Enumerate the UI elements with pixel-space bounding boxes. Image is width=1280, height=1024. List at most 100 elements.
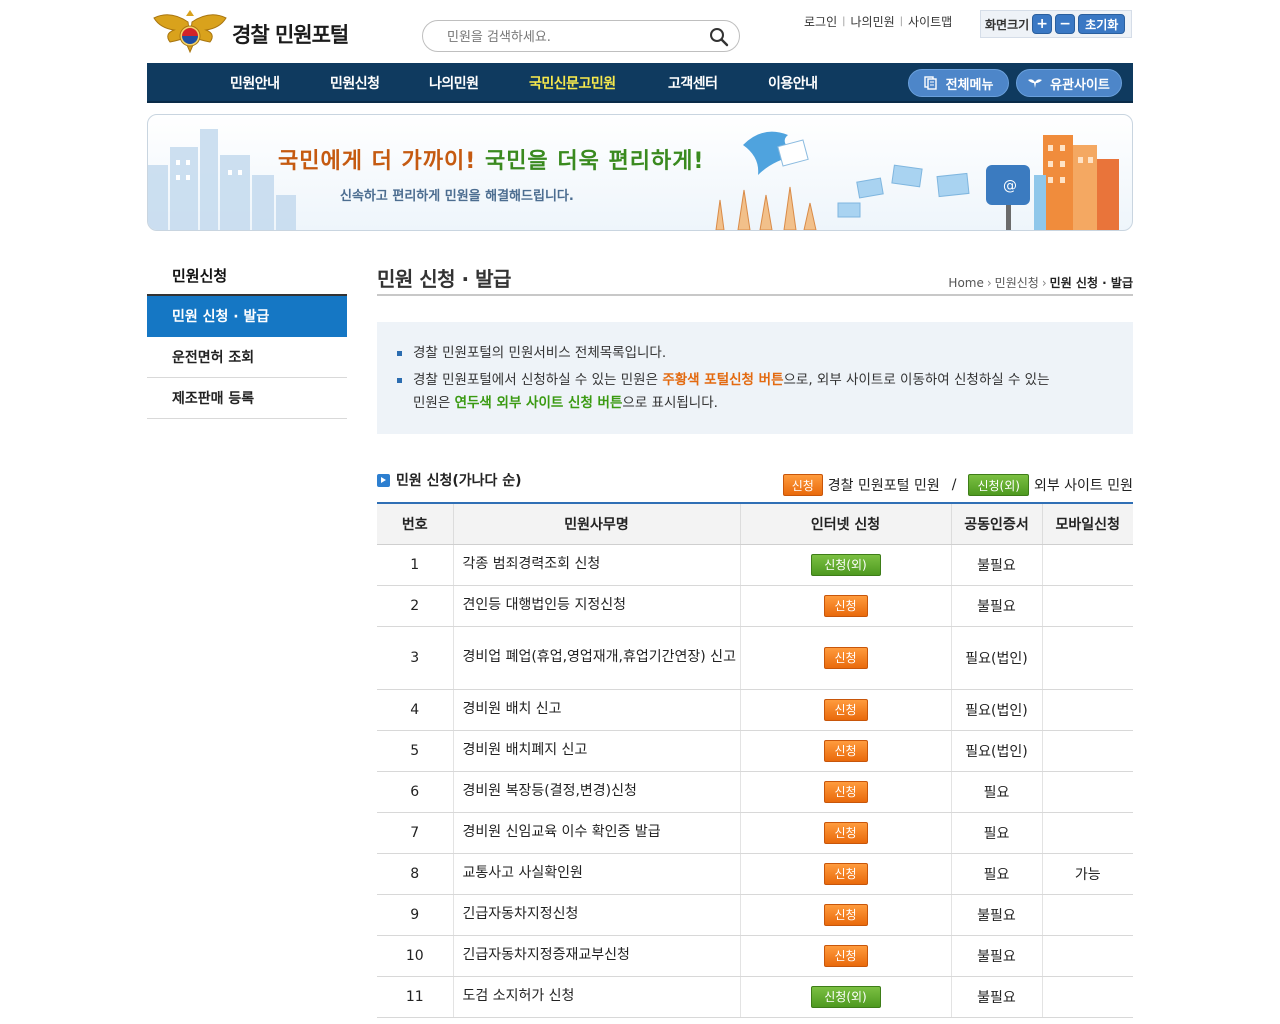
row-name: 견인등 대행법인등 지정신청 xyxy=(452,585,740,627)
row-name: 경비업 폐업(휴업,영업재개,휴업기간연장) 신고 xyxy=(452,626,740,690)
row-certificate: 필요(법인) xyxy=(950,626,1042,690)
row-apply-cell: 신청 xyxy=(739,894,951,936)
bullet-icon xyxy=(397,351,402,356)
table-row: 2 견인등 대행법인등 지정신청 신청 불필요 xyxy=(377,585,1133,627)
nav-item-my-minwon[interactable]: 나의민원 xyxy=(429,73,479,93)
table-header-row: 번호 민원사무명 인터넷 신청 공동인증서 모바일신청 xyxy=(377,503,1133,545)
nav-item-usage-guide[interactable]: 이용안내 xyxy=(768,73,818,93)
sidebar-item-manufacture-registration[interactable]: 제조판매 등록 xyxy=(147,378,347,419)
row-number: 1 xyxy=(377,544,453,586)
row-apply-cell: 신청 xyxy=(739,626,951,690)
notice-orange-highlight: 주황색 포털신청 버튼 xyxy=(662,372,784,388)
table-row: 11 도검 소지허가 신청 신청(외) 불필요 xyxy=(377,976,1133,1018)
row-number: 9 xyxy=(377,894,453,936)
row-apply-cell: 신청 xyxy=(739,812,951,854)
row-mobile xyxy=(1041,976,1133,1018)
row-number: 3 xyxy=(377,626,453,690)
notice-line: 경찰 민원포털의 민원서비스 전체목록입니다. xyxy=(413,345,667,361)
list-title: 민원 신청(가나다 순) xyxy=(377,470,522,490)
portal-apply-button[interactable]: 신청 xyxy=(823,594,868,617)
notice-box: 경찰 민원포털의 민원서비스 전체목록입니다. 경찰 민원포털에서 신청하실 수… xyxy=(377,322,1133,434)
row-number: 7 xyxy=(377,812,453,854)
row-number: 10 xyxy=(377,935,453,977)
play-square-icon xyxy=(377,473,390,487)
table-row: 1 각종 범죄경력조회 신청 신청(외) 불필요 xyxy=(377,544,1133,586)
table-row: 5 경비원 배치폐지 신고 신청 필요(법인) xyxy=(377,730,1133,772)
font-decrease-button[interactable]: − xyxy=(1055,14,1076,34)
table-row: 8 교통사고 사실확인원 신청 필요 가능 xyxy=(377,853,1133,895)
external-apply-button[interactable]: 신청(외) xyxy=(810,985,881,1008)
row-number: 4 xyxy=(377,689,453,731)
nav-item-apply[interactable]: 민원신청 xyxy=(330,73,380,93)
row-certificate: 필요 xyxy=(950,853,1042,895)
main-navigation: 민원안내 민원신청 나의민원 국민신문고민원 고객센터 이용안내 전체메뉴 유관… xyxy=(147,63,1133,103)
breadcrumb-section[interactable]: 민원신청 xyxy=(995,274,1039,291)
nav-item-sinmungo[interactable]: 국민신문고민원 xyxy=(529,73,616,93)
bullet-icon xyxy=(397,378,402,383)
row-apply-cell: 신청 xyxy=(739,585,951,627)
login-link[interactable]: 로그인 xyxy=(804,13,837,30)
police-emblem-icon xyxy=(153,10,227,54)
all-menu-button[interactable]: 전체메뉴 xyxy=(908,69,1009,97)
site-title: 경찰 민원포털 xyxy=(232,23,349,47)
portal-apply-button[interactable]: 신청 xyxy=(823,944,868,967)
notice-item: 경찰 민원포털에서 신청하실 수 있는 민원은 주황색 포털신청 버튼으로, 외… xyxy=(397,369,1133,415)
row-apply-cell: 신청 xyxy=(739,853,951,895)
chevron-right-icon: › xyxy=(1041,275,1047,290)
table-row: 9 긴급자동차지정신청 신청 불필요 xyxy=(377,894,1133,936)
my-minwon-link[interactable]: 나의민원 xyxy=(851,13,895,30)
nav-item-guide[interactable]: 민원안내 xyxy=(230,73,280,93)
row-certificate: 불필요 xyxy=(950,544,1042,586)
banner-headline-part1: 국민에게 더 가까이! xyxy=(278,149,477,174)
sidebar-item-license-lookup[interactable]: 운전면허 조회 xyxy=(147,337,347,378)
separator: | xyxy=(842,16,846,27)
breadcrumb-home[interactable]: Home xyxy=(948,276,983,290)
nav-item-customer-center[interactable]: 고객센터 xyxy=(668,73,718,93)
row-certificate: 필요 xyxy=(950,812,1042,854)
row-number: 11 xyxy=(377,976,453,1018)
portal-apply-button[interactable]: 신청 xyxy=(823,739,868,762)
sidebar-item-apply-issue[interactable]: 민원 신청 · 발급 xyxy=(147,296,347,337)
row-name: 긴급자동차지정증재교부신청 xyxy=(452,935,740,977)
row-apply-cell: 신청 xyxy=(739,730,951,772)
row-name: 교통사고 사실확인원 xyxy=(452,853,740,895)
legend-portal-text: 경찰 민원포털 민원 xyxy=(827,478,940,494)
row-mobile xyxy=(1041,544,1133,586)
banner-headline: 국민에게 더 가까이! 국민을 더욱 편리하게! xyxy=(278,143,704,175)
font-increase-button[interactable]: + xyxy=(1032,14,1053,34)
legend-external-text: 외부 사이트 민원 xyxy=(1033,478,1133,494)
external-apply-button[interactable]: 신청(외) xyxy=(810,553,881,576)
related-sites-button[interactable]: 유관사이트 xyxy=(1016,69,1122,97)
row-mobile xyxy=(1041,585,1133,627)
sitemap-link[interactable]: 사이트맵 xyxy=(908,13,952,30)
search-box xyxy=(422,20,740,52)
notice-text: 으로 표시됩니다. xyxy=(622,395,718,411)
portal-apply-button[interactable]: 신청 xyxy=(823,903,868,926)
search-icon[interactable] xyxy=(709,27,729,47)
portal-apply-button[interactable]: 신청 xyxy=(823,821,868,844)
portal-apply-button[interactable]: 신청 xyxy=(823,646,868,669)
site-logo[interactable]: 경찰 민원포털 xyxy=(150,8,365,60)
row-certificate: 필요(법인) xyxy=(950,689,1042,731)
font-size-label: 화면크기 xyxy=(985,17,1030,32)
portal-apply-button[interactable]: 신청 xyxy=(823,698,868,721)
list-title-text: 민원 신청(가나다 순) xyxy=(396,473,522,489)
row-mobile xyxy=(1041,730,1133,772)
column-header-internet-apply: 인터넷 신청 xyxy=(739,503,951,545)
row-mobile: 가능 xyxy=(1041,853,1133,895)
search-input[interactable] xyxy=(447,27,697,47)
separator: | xyxy=(899,16,904,27)
row-apply-cell: 신청 xyxy=(739,935,951,977)
row-apply-cell: 신청(외) xyxy=(739,976,951,1018)
row-name: 도검 소지허가 신청 xyxy=(452,976,740,1018)
portal-apply-button[interactable]: 신청 xyxy=(823,862,868,885)
notice-text: 으로, 외부 사이트로 이동하여 신청하실 수 있는 xyxy=(783,372,1050,388)
font-reset-button[interactable]: 초기화 xyxy=(1078,14,1126,34)
row-number: 6 xyxy=(377,771,453,813)
table-row: 10 긴급자동차지정증재교부신청 신청 불필요 xyxy=(377,935,1133,977)
column-header-mobile: 모바일신청 xyxy=(1041,503,1133,545)
notice-text: 경찰 민원포털에서 신청하실 수 있는 민원은 xyxy=(413,372,663,388)
breadcrumb-current: 민원 신청 · 발급 xyxy=(1049,276,1133,290)
portal-apply-button[interactable]: 신청 xyxy=(823,780,868,803)
column-header-number: 번호 xyxy=(377,503,453,545)
